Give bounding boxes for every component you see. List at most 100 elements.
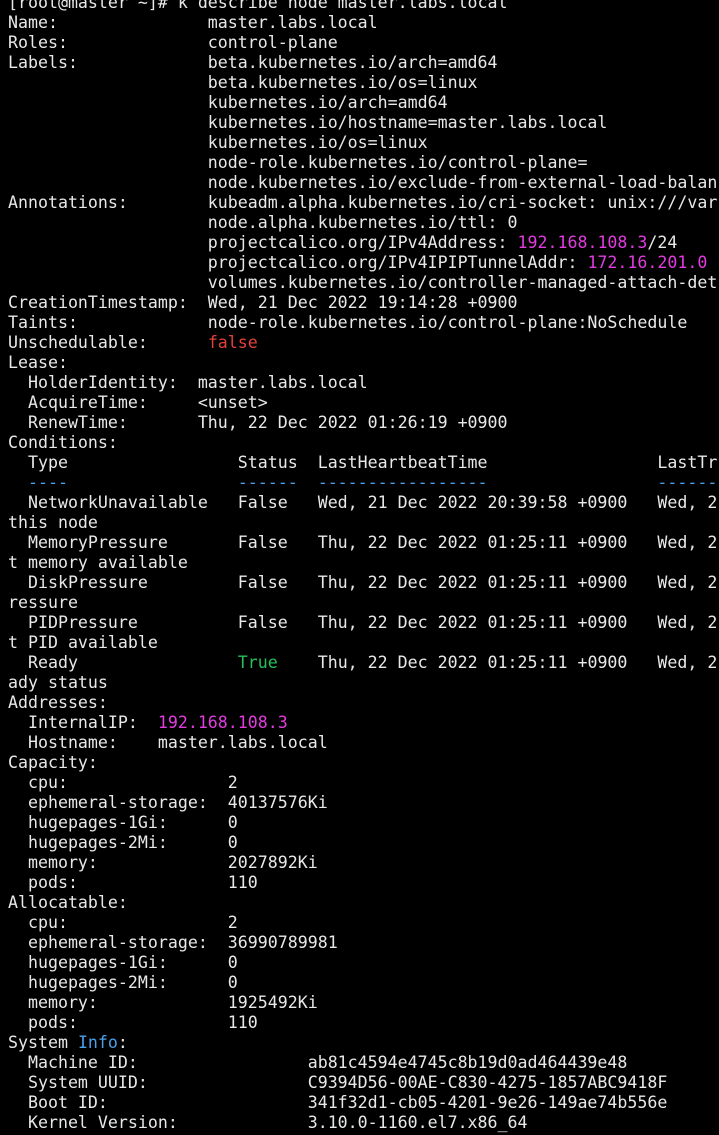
terminal-line: Unschedulable: false bbox=[8, 333, 719, 353]
terminal-line: projectcalico.org/IPv4IPIPTunnelAddr: 17… bbox=[8, 253, 719, 273]
terminal-text: hugepages-1Gi: 0 bbox=[8, 953, 238, 972]
terminal-line: cpu: 2 bbox=[8, 773, 719, 793]
terminal-line: kubernetes.io/arch=amd64 bbox=[8, 93, 719, 113]
terminal-text: /24 bbox=[647, 233, 678, 252]
terminal-text: ---- ------ ----------------- ------ bbox=[8, 473, 718, 492]
terminal-line: Hostname: master.labs.local bbox=[8, 733, 719, 753]
terminal-line: volumes.kubernetes.io/controller-managed… bbox=[8, 273, 719, 293]
terminal-text: ressure bbox=[8, 593, 78, 612]
terminal-text: Allocatable: bbox=[8, 893, 128, 912]
terminal-text: node-role.kubernetes.io/control-plane= bbox=[8, 153, 588, 172]
terminal-line: System UUID: C9394D56-00AE-C830-4275-185… bbox=[8, 1073, 719, 1093]
terminal-text: memory: 1925492Ki bbox=[8, 993, 318, 1012]
terminal-line: ephemeral-storage: 36990789981 bbox=[8, 933, 719, 953]
terminal-text: Type Status LastHeartbeatTime LastTr bbox=[8, 453, 718, 472]
terminal-window[interactable]: [root@master ~]# k describe node master.… bbox=[0, 0, 719, 1135]
terminal-text: RenewTime: Thu, 22 Dec 2022 01:26:19 +09… bbox=[8, 413, 508, 432]
terminal-text: cpu: 2 bbox=[8, 913, 238, 932]
terminal-text: Annotations: kubeadm.alpha.kubernetes.io… bbox=[8, 193, 718, 212]
terminal-line: Addresses: bbox=[8, 693, 719, 713]
terminal-line: Ready True Thu, 22 Dec 2022 01:25:11 +09… bbox=[8, 653, 719, 673]
terminal-line: cpu: 2 bbox=[8, 913, 719, 933]
terminal-line: hugepages-1Gi: 0 bbox=[8, 813, 719, 833]
terminal-line: RenewTime: Thu, 22 Dec 2022 01:26:19 +09… bbox=[8, 413, 719, 433]
terminal-line: this node bbox=[8, 513, 719, 533]
terminal-line: CreationTimestamp: Wed, 21 Dec 2022 19:1… bbox=[8, 293, 719, 313]
terminal-line: t memory available bbox=[8, 553, 719, 573]
terminal-text: Addresses: bbox=[8, 693, 108, 712]
terminal-line: Machine ID: ab81c4594e4745c8b19d0ad46443… bbox=[8, 1053, 719, 1073]
terminal-line: pods: 110 bbox=[8, 873, 719, 893]
terminal-text: node.kubernetes.io/exclude-from-external… bbox=[8, 173, 718, 192]
terminal-text: MemoryPressure False Thu, 22 Dec 2022 01… bbox=[8, 533, 718, 552]
terminal-text: Labels: beta.kubernetes.io/arch=amd64 bbox=[8, 53, 498, 72]
terminal-line: node-role.kubernetes.io/control-plane= bbox=[8, 153, 719, 173]
terminal-text: false bbox=[207, 333, 258, 352]
terminal-text: True bbox=[237, 653, 278, 672]
terminal-line: NetworkUnavailable False Wed, 21 Dec 202… bbox=[8, 493, 719, 513]
terminal-text: memory: 2027892Ki bbox=[8, 853, 318, 872]
terminal-text: Machine ID: ab81c4594e4745c8b19d0ad46443… bbox=[8, 1053, 628, 1072]
terminal-line: AcquireTime: <unset> bbox=[8, 393, 719, 413]
terminal-text: PIDPressure False Thu, 22 Dec 2022 01:25… bbox=[8, 613, 718, 632]
terminal-line: pods: 110 bbox=[8, 1013, 719, 1033]
terminal-line: Roles: control-plane bbox=[8, 33, 719, 53]
terminal-line: HolderIdentity: master.labs.local bbox=[8, 373, 719, 393]
terminal-text: ephemeral-storage: 40137576Ki bbox=[8, 793, 328, 812]
terminal-text: NetworkUnavailable False Wed, 21 Dec 202… bbox=[8, 493, 718, 512]
terminal-text: hugepages-2Mi: 0 bbox=[8, 833, 238, 852]
terminal-text: Hostname: master.labs.local bbox=[8, 733, 328, 752]
terminal-text: beta.kubernetes.io/os=linux bbox=[8, 73, 478, 92]
terminal-text: Lease: bbox=[8, 353, 68, 372]
terminal-text: 192.168.108.3 bbox=[157, 713, 288, 732]
terminal-line: ressure bbox=[8, 593, 719, 613]
terminal-text: [root@master ~]# k describe node master.… bbox=[8, 0, 508, 12]
terminal-text: volumes.kubernetes.io/controller-managed… bbox=[8, 273, 718, 292]
terminal-text: System UUID: C9394D56-00AE-C830-4275-185… bbox=[8, 1073, 668, 1092]
terminal-text: pods: 110 bbox=[8, 1013, 258, 1032]
terminal-line: Conditions: bbox=[8, 433, 719, 453]
terminal-text: Name: master.labs.local bbox=[8, 13, 378, 32]
terminal-line: projectcalico.org/IPv4Address: 192.168.1… bbox=[8, 233, 719, 253]
terminal-text: DiskPressure False Thu, 22 Dec 2022 01:2… bbox=[8, 573, 718, 592]
terminal-text: node.alpha.kubernetes.io/ttl: 0 bbox=[8, 213, 518, 232]
terminal-text: t PID available bbox=[8, 633, 158, 652]
terminal-text: projectcalico.org/IPv4Address: bbox=[8, 233, 518, 252]
terminal-text: kubernetes.io/arch=amd64 bbox=[8, 93, 448, 112]
terminal-text: Boot ID: 341f32d1-cb05-4201-9e26-149ae74… bbox=[8, 1093, 668, 1112]
terminal-text: Kernel Version: 3.10.0-1160.el7.x86_64 bbox=[8, 1113, 528, 1132]
terminal-line: DiskPressure False Thu, 22 Dec 2022 01:2… bbox=[8, 573, 719, 593]
terminal-text: kubernetes.io/os=linux bbox=[8, 133, 428, 152]
terminal-line: hugepages-2Mi: 0 bbox=[8, 973, 719, 993]
terminal-text: Roles: control-plane bbox=[8, 33, 338, 52]
terminal-text: Taints: node-role.kubernetes.io/control-… bbox=[8, 313, 688, 332]
terminal-line: Name: master.labs.local bbox=[8, 13, 719, 33]
terminal-line: node.alpha.kubernetes.io/ttl: 0 bbox=[8, 213, 719, 233]
terminal-text: Conditions: bbox=[8, 433, 118, 452]
terminal-text: Thu, 22 Dec 2022 01:25:11 +0900 Wed, 2 bbox=[277, 653, 718, 672]
terminal-line: Taints: node-role.kubernetes.io/control-… bbox=[8, 313, 719, 333]
terminal-line: Type Status LastHeartbeatTime LastTr bbox=[8, 453, 719, 473]
terminal-line: Lease: bbox=[8, 353, 719, 373]
terminal-text: projectcalico.org/IPv4IPIPTunnelAddr: bbox=[8, 253, 588, 272]
terminal-text: cpu: 2 bbox=[8, 773, 238, 792]
terminal-text: pods: 110 bbox=[8, 873, 258, 892]
terminal-text: this node bbox=[8, 513, 98, 532]
terminal-line: PIDPressure False Thu, 22 Dec 2022 01:25… bbox=[8, 613, 719, 633]
terminal-line: ephemeral-storage: 40137576Ki bbox=[8, 793, 719, 813]
terminal-text: hugepages-1Gi: 0 bbox=[8, 813, 238, 832]
terminal-text: 192.168.108.3 bbox=[517, 233, 648, 252]
terminal-text: 172.16.201.0 bbox=[587, 253, 708, 272]
terminal-text: ady status bbox=[8, 673, 108, 692]
terminal-text: CreationTimestamp: Wed, 21 Dec 2022 19:1… bbox=[8, 293, 518, 312]
terminal-text: Info bbox=[77, 1033, 118, 1052]
terminal-line: Labels: beta.kubernetes.io/arch=amd64 bbox=[8, 53, 719, 73]
terminal-line: t PID available bbox=[8, 633, 719, 653]
terminal-text: hugepages-2Mi: 0 bbox=[8, 973, 238, 992]
terminal-line: memory: 2027892Ki bbox=[8, 853, 719, 873]
terminal-line: memory: 1925492Ki bbox=[8, 993, 719, 1013]
terminal-line: Kernel Version: 3.10.0-1160.el7.x86_64 bbox=[8, 1113, 719, 1133]
terminal-text: kubernetes.io/hostname=master.labs.local bbox=[8, 113, 608, 132]
terminal-text: System bbox=[8, 1033, 78, 1052]
terminal-line: kubernetes.io/os=linux bbox=[8, 133, 719, 153]
